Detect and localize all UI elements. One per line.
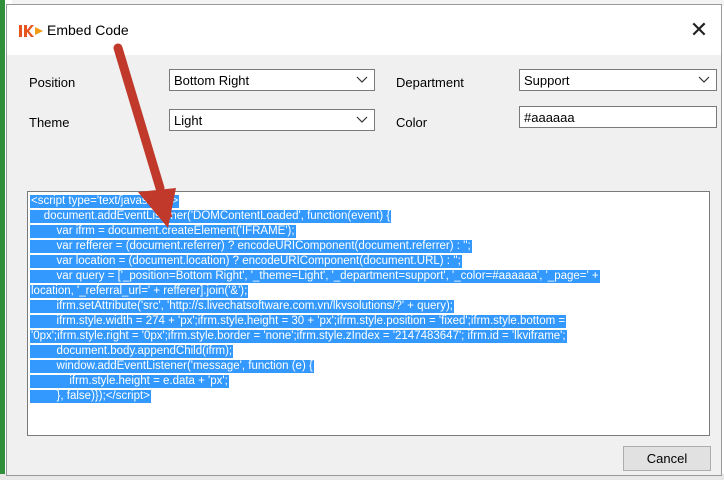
chevron-down-icon xyxy=(356,76,368,83)
code-line: ifrm.style.height = e.data + 'px'; xyxy=(30,375,229,388)
code-line: document.addEventListener('DOMContentLoa… xyxy=(30,210,392,223)
color-label: Color xyxy=(396,115,428,130)
code-line: '0px';ifrm.style.right = '0px';ifrm.styl… xyxy=(30,330,567,343)
code-line: location, '_referral_url=' + refferer].j… xyxy=(30,285,249,298)
background-window-edge xyxy=(0,0,5,480)
title-bar: Embed Code ✕ xyxy=(7,5,721,55)
code-line: var refferer = (document.referrer) ? enc… xyxy=(30,240,472,253)
position-label: Position xyxy=(29,75,76,90)
color-input[interactable]: #aaaaaa xyxy=(519,106,717,128)
chevron-down-icon xyxy=(356,116,368,123)
color-value: #aaaaaa xyxy=(524,110,575,125)
code-line: var location = (document.location) ? enc… xyxy=(30,255,462,268)
code-line: var ifrm = document.createElement('IFRAM… xyxy=(30,225,296,238)
department-value: Support xyxy=(524,73,570,88)
theme-label: Theme xyxy=(29,115,70,130)
code-line: window.addEventListener('message', funct… xyxy=(30,360,314,373)
position-value: Bottom Right xyxy=(174,73,250,88)
code-line: ifrm.setAttribute('src', 'http://s.livec… xyxy=(30,300,454,313)
department-label: Department xyxy=(396,75,464,90)
position-select[interactable]: Bottom Right xyxy=(169,69,375,91)
cancel-button[interactable]: Cancel xyxy=(623,446,711,471)
code-line: }, false)});</script> xyxy=(30,390,151,403)
embed-code-textarea[interactable]: <script type='text/javascript'> document… xyxy=(27,191,710,436)
chevron-down-icon xyxy=(698,76,710,83)
livechat-logo-icon xyxy=(19,25,43,37)
embed-code-dialog: Embed Code ✕ Position Bottom Right Depar… xyxy=(6,4,722,476)
theme-select[interactable]: Light xyxy=(169,109,375,131)
code-line: document.body.appendChild(ifrm); xyxy=(30,345,234,358)
theme-value: Light xyxy=(174,113,203,128)
code-line: <script type='text/javascript'> xyxy=(30,195,180,208)
close-button[interactable]: ✕ xyxy=(679,13,719,47)
dialog-title: Embed Code xyxy=(47,22,129,38)
department-select[interactable]: Support xyxy=(519,69,717,91)
code-line: var query = ['_position=Bottom Right', '… xyxy=(30,270,600,283)
code-line: ifrm.style.width = 274 + 'px';ifrm.style… xyxy=(30,315,567,328)
